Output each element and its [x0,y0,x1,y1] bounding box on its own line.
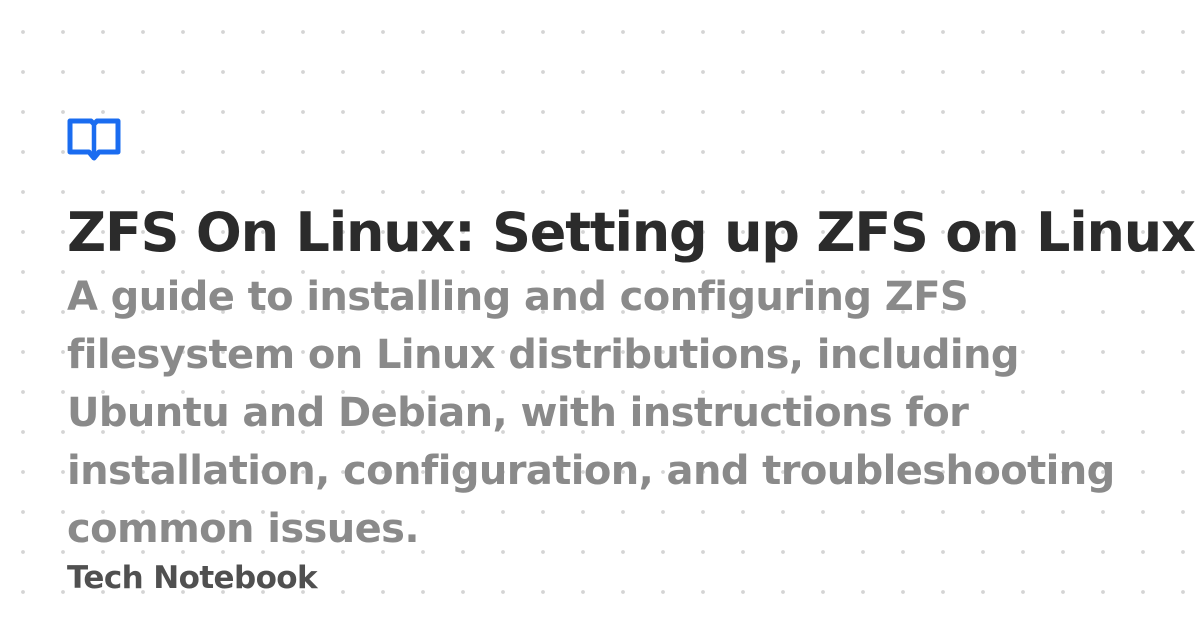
open-book-icon [67,118,121,161]
post-title: ZFS On Linux: Setting up ZFS on Linux [67,201,1196,264]
site-name[interactable]: Tech Notebook [67,558,1187,598]
card-content: ZFS On Linux: Setting up ZFS on Linux A … [67,118,1196,598]
post-description: A guide to installing and configuring ZF… [67,274,1115,552]
